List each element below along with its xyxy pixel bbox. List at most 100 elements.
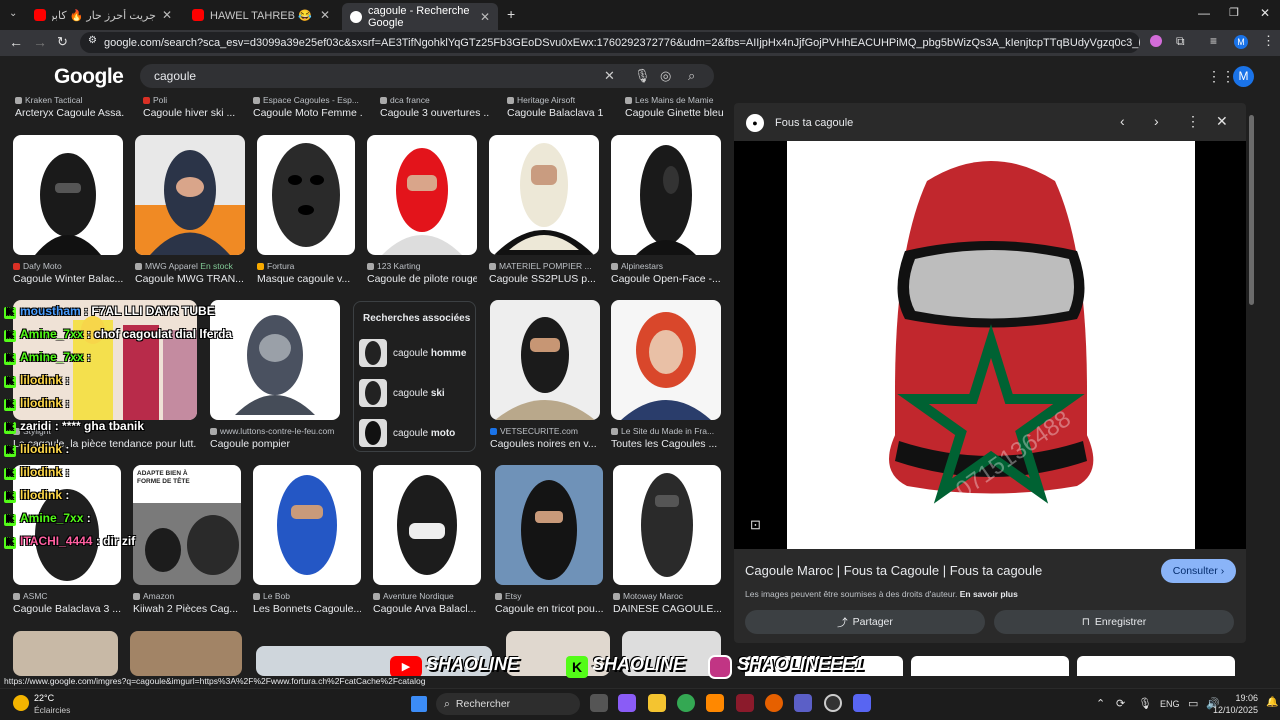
clock-date[interactable]: 12/10/2025 xyxy=(1212,705,1258,715)
panel-scrollbar[interactable] xyxy=(1249,115,1254,305)
more-icon[interactable]: ⋮ xyxy=(1186,113,1200,130)
result-card[interactable]: MATERIEL POMPIER ... Cagoule SS2PLUS p..… xyxy=(489,135,599,287)
result-thumbnail[interactable] xyxy=(257,135,355,255)
apps-grid-icon[interactable]: ⋮⋮ xyxy=(1207,68,1235,85)
result-thumbnail[interactable] xyxy=(253,465,361,585)
result-card[interactable]: Espace Cagoules - Esp... Cagoule Moto Fe… xyxy=(253,95,363,121)
result-thumbnail[interactable] xyxy=(367,135,477,255)
save-button[interactable]: ⊓ Enregistrer xyxy=(994,610,1234,634)
file-explorer-icon[interactable] xyxy=(648,694,666,712)
lens-search-icon[interactable]: ⊡ xyxy=(750,517,761,533)
reload-icon[interactable]: ↻ xyxy=(57,34,68,50)
task-view-icon[interactable] xyxy=(590,694,608,712)
result-card[interactable]: Alpinestars Cagoule Open-Face -... xyxy=(611,135,721,287)
result-card[interactable] xyxy=(130,631,242,676)
search-input[interactable]: cagoule ✕ 🎙 ◎ ⌕ xyxy=(140,64,714,88)
related-item[interactable]: cagoule homme xyxy=(359,337,471,369)
extension-icon[interactable] xyxy=(1150,35,1162,47)
tab-search-icon[interactable]: ⌄ xyxy=(9,8,17,19)
discord-icon[interactable] xyxy=(853,694,871,712)
browser-icon[interactable] xyxy=(765,694,783,712)
account-avatar[interactable]: M xyxy=(1233,66,1254,87)
clear-icon[interactable]: ✕ xyxy=(604,68,615,84)
panel-title[interactable]: Cagoule Maroc | Fous ta Cagoule | Fous t… xyxy=(745,563,1042,578)
new-tab-button[interactable]: + xyxy=(507,6,515,22)
forward-icon[interactable]: → xyxy=(33,34,47,50)
result-card[interactable]: VETSECURITE.com Cagoules noires en v... xyxy=(490,300,600,452)
weather-temp[interactable]: 22°C xyxy=(34,693,54,703)
result-thumbnail[interactable] xyxy=(13,135,123,255)
visit-button[interactable]: Consulter › xyxy=(1161,559,1236,583)
preview-image[interactable]: 0715136488 xyxy=(787,141,1195,549)
reading-list-icon[interactable]: ≡ xyxy=(1210,34,1217,48)
result-thumbnail[interactable] xyxy=(489,135,599,255)
tray-chevron-icon[interactable]: ⌃ xyxy=(1096,697,1105,710)
prev-icon[interactable]: ‹ xyxy=(1120,113,1125,129)
voice-search-icon[interactable]: 🎙 xyxy=(634,68,651,84)
teams-icon[interactable] xyxy=(794,694,812,712)
rights-link[interactable]: En savoir plus xyxy=(960,589,1018,599)
related-item[interactable]: cagoule ski xyxy=(359,377,471,409)
result-thumbnail[interactable] xyxy=(611,300,721,420)
search-icon[interactable]: ⌕ xyxy=(688,68,695,84)
obs-icon[interactable] xyxy=(824,694,842,712)
close-icon[interactable]: ✕ xyxy=(320,8,330,22)
result-card[interactable]: Poli Cagoule hiver ski ... xyxy=(143,95,243,121)
menu-icon[interactable]: ⋮ xyxy=(1262,33,1275,49)
network-icon[interactable]: ▭ xyxy=(1188,697,1198,710)
weather-icon[interactable] xyxy=(13,695,29,711)
copilot-icon[interactable] xyxy=(618,694,636,712)
address-bar[interactable]: ⚙ google.com/search?sca_esv=d3099a39e25e… xyxy=(80,32,1140,53)
lang-indicator[interactable]: ENG xyxy=(1160,699,1180,709)
app-icon[interactable] xyxy=(736,694,754,712)
site-info-icon[interactable]: ⚙ xyxy=(88,35,97,46)
mic-icon[interactable]: 🎙 xyxy=(1138,697,1152,710)
result-thumbnail[interactable] xyxy=(490,300,600,420)
result-thumbnail[interactable] xyxy=(495,465,603,585)
result-thumbnail[interactable] xyxy=(373,465,481,585)
result-card[interactable]: dca france Cagoule 3 ouvertures ... xyxy=(380,95,490,121)
result-card[interactable]: MWG Apparel En stock Cagoule MWG TRAN... xyxy=(135,135,245,287)
result-thumbnail[interactable] xyxy=(611,135,721,255)
close-icon[interactable]: ✕ xyxy=(480,10,490,24)
result-card[interactable]: Motoway Maroc DAINESE CAGOULE... xyxy=(613,465,721,617)
next-icon[interactable]: › xyxy=(1154,113,1159,129)
tray-app-icon[interactable]: ⟳ xyxy=(1116,697,1125,710)
profile-avatar[interactable]: M xyxy=(1234,35,1248,49)
restore-icon[interactable]: ❐ xyxy=(1229,6,1239,19)
start-icon[interactable] xyxy=(411,696,427,712)
result-thumbnail[interactable] xyxy=(613,465,721,585)
close-icon[interactable]: ✕ xyxy=(162,8,172,22)
related-result-thumb[interactable] xyxy=(911,656,1069,676)
result-card[interactable]: Heritage Airsoft Cagoule Balaclava 1 ... xyxy=(507,95,607,121)
related-result-thumb[interactable] xyxy=(1077,656,1235,676)
result-card[interactable]: Les Mains de Mamie Cagoule Ginette bleu xyxy=(625,95,725,121)
tab-3[interactable]: cagoule - Recherche Google ✕ xyxy=(342,3,498,30)
clock-time[interactable]: 19:06 xyxy=(1222,693,1258,703)
close-panel-icon[interactable]: ✕ xyxy=(1216,113,1228,130)
result-card[interactable]: Le Site du Made in Fra... Toutes les Cag… xyxy=(611,300,721,452)
related-item[interactable]: cagoule moto xyxy=(359,417,471,449)
puzzle-icon[interactable]: ⧉ xyxy=(1176,34,1185,49)
lens-icon[interactable]: ◎ xyxy=(660,68,671,84)
panel-source[interactable]: Fous ta cagoule xyxy=(775,117,853,129)
notifications-icon[interactable]: 🔔 xyxy=(1266,697,1278,708)
taskbar-search[interactable]: ⌕ Rechercher xyxy=(436,693,580,715)
result-card[interactable] xyxy=(13,631,118,676)
result-card[interactable]: Etsy Cagoule en tricot pou... xyxy=(495,465,603,617)
close-window-icon[interactable]: ✕ xyxy=(1260,6,1270,20)
google-logo[interactable]: Google xyxy=(54,65,124,89)
back-icon[interactable]: ← xyxy=(9,34,23,50)
result-card[interactable]: Aventure Nordique Cagoule Arva Balacl... xyxy=(373,465,481,617)
chrome-icon[interactable] xyxy=(677,694,695,712)
tab-1[interactable]: جريت أحرز حار 🔥 كابن فالمغرب ✕ xyxy=(26,4,180,26)
result-card[interactable]: 123 Karting Cagoule de pilote rouge xyxy=(367,135,477,287)
result-card[interactable]: Dafy Moto Cagoule Winter Balac... xyxy=(13,135,123,287)
result-card[interactable]: Le Bob Les Bonnets Cagoule... xyxy=(253,465,361,617)
tab-2[interactable]: HAWEL TAHREB 😂 48 ساعة فـ ✕ xyxy=(184,4,338,26)
minimize-icon[interactable]: — xyxy=(1198,6,1210,20)
result-thumbnail[interactable] xyxy=(135,135,245,255)
share-button[interactable]: ⤴ Partager xyxy=(745,610,985,634)
vlc-icon[interactable] xyxy=(706,694,724,712)
result-card[interactable]: Fortura Masque cagoule v... xyxy=(257,135,355,287)
